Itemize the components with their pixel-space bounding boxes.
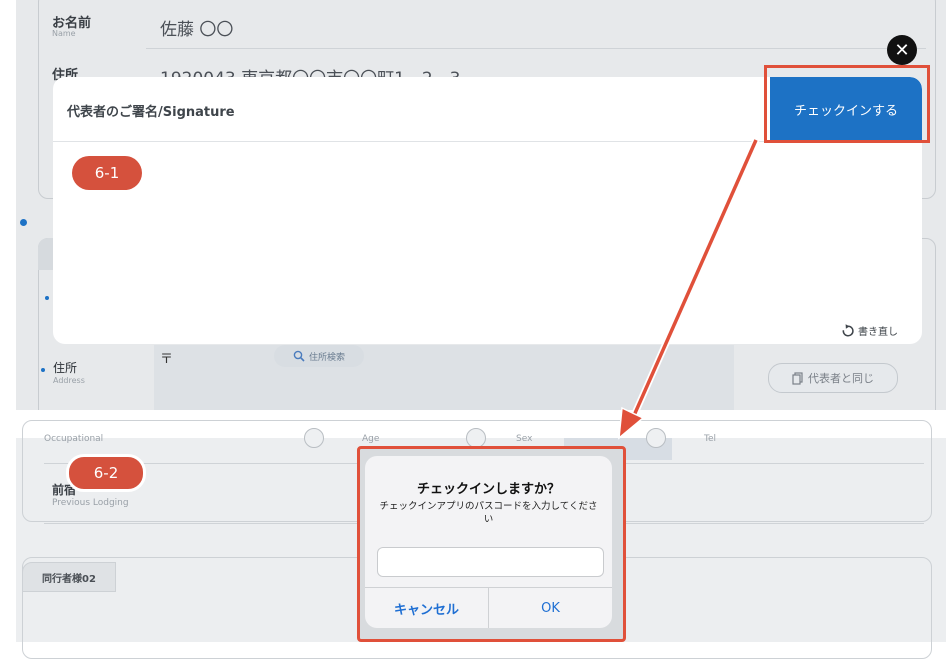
ok-button[interactable]: OK [489,588,612,628]
cancel-button[interactable]: キャンセル [365,588,489,628]
dialog-buttons: キャンセル OK [365,587,612,628]
passcode-input[interactable] [377,547,604,577]
checkin-confirm-dialog: チェックインしますか？ チェックインアプリのパスコードを入力してください キャン… [365,456,612,628]
dialog-title: チェックインしますか？ [416,482,560,497]
dialog-message: チェックインアプリのパスコードを入力してください [379,501,598,525]
